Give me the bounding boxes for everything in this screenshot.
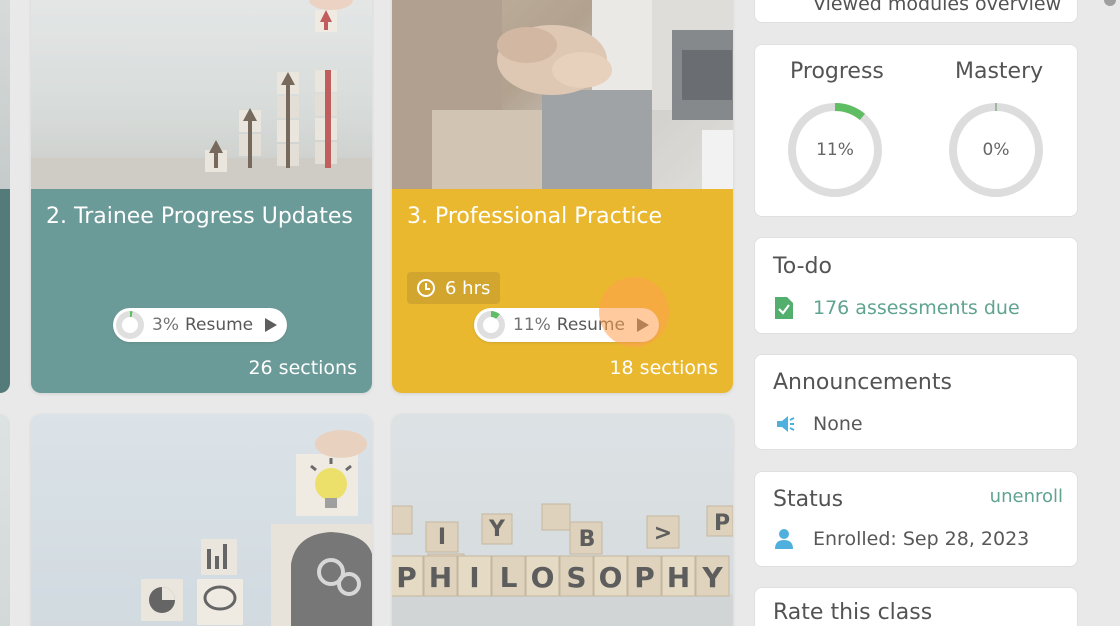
course-image-team-hands bbox=[392, 0, 733, 189]
letter-block-text: O bbox=[599, 561, 623, 594]
course-card-ideas[interactable] bbox=[31, 414, 372, 626]
course-card-professional-practice[interactable]: 3. Professional Practice 6 hrs 11% Resum… bbox=[392, 0, 733, 393]
announcements-heading: Announcements bbox=[773, 370, 952, 395]
click-indicator bbox=[599, 277, 669, 347]
announcement-text: None bbox=[813, 413, 863, 435]
course-image-lightbulb bbox=[31, 414, 372, 626]
user-icon bbox=[775, 529, 793, 549]
clock-icon bbox=[417, 279, 435, 297]
todo-heading: To-do bbox=[773, 254, 832, 279]
status-heading: Status bbox=[773, 487, 844, 512]
svg-text:Y: Y bbox=[488, 517, 506, 542]
megaphone-icon bbox=[777, 416, 795, 432]
resume-button[interactable]: 3% Resume bbox=[113, 308, 288, 342]
modules-overview-panel[interactable]: Viewed modules overview bbox=[754, 0, 1078, 23]
duration-badge: 6 hrs bbox=[407, 272, 501, 304]
letter-block-text: L bbox=[500, 561, 518, 594]
svg-text:>: > bbox=[654, 521, 672, 546]
course-image-philosophy: I Y B > P PHILOSOPHY bbox=[392, 414, 733, 626]
checklist-icon bbox=[775, 297, 793, 319]
letter-block-text: I bbox=[469, 561, 479, 594]
progress-panel: Progress Mastery 11% 0% bbox=[754, 44, 1078, 217]
play-icon bbox=[265, 318, 278, 332]
partial-course-card-left-bottom[interactable] bbox=[0, 414, 10, 626]
svg-text:I: I bbox=[438, 525, 446, 550]
modules-overview-text[interactable]: Viewed modules overview bbox=[813, 0, 1061, 15]
status-panel: Status unenroll Enrolled: Sep 28, 2023 bbox=[754, 471, 1078, 567]
course-image-steps bbox=[31, 0, 372, 189]
unenroll-link[interactable]: unenroll bbox=[990, 486, 1063, 507]
page-scrollbar-thumb[interactable] bbox=[1104, 0, 1116, 6]
progress-mini-ring-icon bbox=[477, 311, 505, 339]
sections-count: 18 sections bbox=[609, 357, 718, 379]
letter-block-text: P bbox=[396, 561, 417, 594]
todo-item[interactable]: 176 assessments due bbox=[775, 297, 1020, 319]
resume-label: Resume bbox=[184, 315, 254, 335]
course-title[interactable]: 3. Professional Practice bbox=[407, 201, 718, 232]
course-card-trainee-progress[interactable]: 2. Trainee Progress Updates 3% Resume 26… bbox=[31, 0, 372, 393]
announcements-panel: Announcements None bbox=[754, 354, 1078, 450]
letter-block-text: S bbox=[566, 561, 586, 594]
svg-text:B: B bbox=[579, 527, 596, 552]
course-title[interactable]: 2. Trainee Progress Updates bbox=[46, 201, 357, 232]
letter-block-text: P bbox=[634, 561, 655, 594]
course-card-philosophy[interactable]: I Y B > P PHILOSOPHY bbox=[392, 414, 733, 626]
letter-block-text: O bbox=[531, 561, 555, 594]
progress-mini-ring-icon bbox=[116, 311, 144, 339]
rate-class-panel: Rate this class bbox=[754, 587, 1078, 626]
letter-block-text: Y bbox=[701, 561, 723, 594]
progress-heading: Progress bbox=[790, 59, 884, 84]
sections-count: 26 sections bbox=[248, 357, 357, 379]
rate-class-heading: Rate this class bbox=[773, 600, 933, 625]
progress-value: 11% bbox=[816, 140, 854, 160]
partial-course-card-left[interactable] bbox=[0, 0, 10, 393]
letter-block-text: H bbox=[667, 561, 690, 594]
mastery-ring: 0% bbox=[948, 102, 1044, 198]
mastery-heading: Mastery bbox=[955, 59, 1044, 84]
resume-percent: 3% bbox=[152, 315, 179, 335]
enrolled-date: Enrolled: Sep 28, 2023 bbox=[813, 528, 1030, 550]
progress-ring: 11% bbox=[787, 102, 883, 198]
resume-percent: 11% bbox=[513, 315, 551, 335]
letter-block-text: H bbox=[429, 561, 452, 594]
svg-text:P: P bbox=[714, 511, 730, 536]
todo-panel: To-do 176 assessments due bbox=[754, 237, 1078, 334]
assessments-due-link[interactable]: 176 assessments due bbox=[813, 297, 1020, 319]
duration-text: 6 hrs bbox=[445, 277, 491, 299]
mastery-value: 0% bbox=[982, 140, 1010, 160]
